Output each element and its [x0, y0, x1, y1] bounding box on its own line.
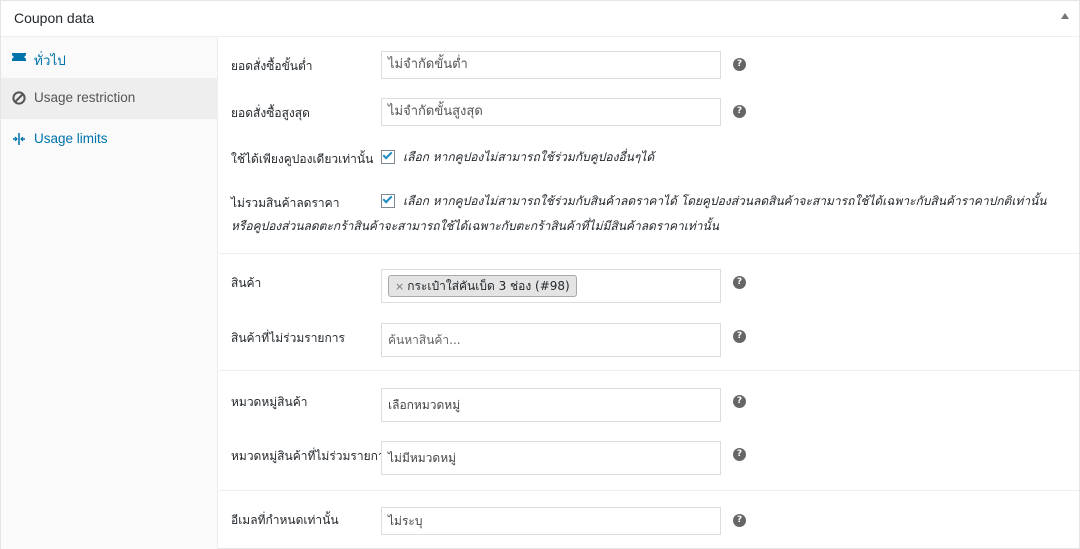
tab-usage-limits-label: Usage limits [34, 131, 108, 146]
exclude-sale-items-description-line2: หรือคูปองส่วนลดตะกร้าสินค้าจะสามารถใช้ได… [231, 219, 719, 233]
product-categories-label: หมวดหมู่สินค้า [231, 395, 308, 409]
exclude-sale-items-description-line1: เลือก หากคูปองไม่สามารถใช้ร่วมกับสินค้าล… [403, 194, 1047, 208]
tab-usage-restriction[interactable]: Usage restriction [1, 78, 218, 119]
minimum-spend-help-icon[interactable]: ? [733, 58, 746, 71]
usage-restriction-panel: ยอดสั่งซื้อขั้นต่ำ ไม่จำกัดขั้นต่ำ ? ยอด… [219, 37, 1079, 549]
panel-header[interactable]: Coupon data [1, 1, 1079, 37]
exclude-categories-select[interactable]: ไม่มีหมวดหมู่ [381, 441, 721, 475]
ticket-icon [12, 53, 26, 61]
allowed-emails-help-icon[interactable]: ? [733, 514, 746, 527]
maximum-spend-input[interactable]: ไม่จำกัดขั้นสูงสุด [381, 98, 721, 126]
allowed-emails-label: อีเมลที่กำหนดเท่านั้น [231, 513, 339, 527]
allowed-emails-input[interactable]: ไม่ระบุ [381, 507, 721, 535]
products-label: สินค้า [231, 276, 262, 290]
maximum-spend-help-icon[interactable]: ? [733, 105, 746, 118]
coupon-tabs: ทั่วไป Usage restriction Usage limits [1, 37, 218, 549]
checkmark-icon [382, 193, 393, 204]
tab-usage-limits[interactable]: Usage limits [1, 119, 218, 160]
selected-product-label: กระเป๋าใส่คันเบ็ด 3 ช่อง (#98) [407, 279, 570, 293]
product-categories-select[interactable]: เลือกหมวดหมู่ [381, 388, 721, 422]
exclude-categories-label: หมวดหมู่สินค้าที่ไม่ร่วมรายการ [231, 449, 392, 463]
minimum-spend-label: ยอดสั่งซื้อขั้นต่ำ [231, 59, 313, 73]
product-categories-help-icon[interactable]: ? [733, 395, 746, 408]
remove-product-icon[interactable]: × [395, 280, 404, 293]
individual-use-checkbox[interactable] [381, 149, 395, 164]
selected-product-chip: × กระเป๋าใส่คันเบ็ด 3 ช่อง (#98) [388, 275, 577, 297]
collapse-arrow-icon[interactable] [1061, 13, 1069, 19]
exclude-products-label: สินค้าที่ไม่ร่วมรายการ [231, 331, 345, 345]
prohibited-icon [12, 91, 26, 105]
tab-usage-restriction-label: Usage restriction [34, 90, 136, 105]
exclude-categories-help-icon[interactable]: ? [733, 448, 746, 461]
individual-use-description: เลือก หากคูปองไม่สามารถใช้ร่วมกับคูปองอื… [403, 150, 655, 164]
products-select[interactable]: × กระเป๋าใส่คันเบ็ด 3 ช่อง (#98) [381, 269, 721, 303]
minimum-spend-input[interactable]: ไม่จำกัดขั้นต่ำ [381, 51, 721, 79]
tab-general[interactable]: ทั่วไป [1, 37, 218, 78]
section-divider [219, 253, 1079, 254]
coupon-data-panel: Coupon data ทั่วไป Usage restriction Usa… [0, 0, 1080, 549]
panel-title: Coupon data [14, 10, 95, 26]
section-divider [219, 370, 1079, 371]
checkmark-icon [382, 149, 393, 160]
exclude-sale-items-checkbox[interactable] [381, 193, 395, 208]
tab-general-label: ทั่วไป [34, 53, 66, 68]
maximum-spend-label: ยอดสั่งซื้อสูงสุด [231, 106, 310, 120]
exclude-sale-items-label: ไม่รวมสินค้าลดราคา [231, 196, 340, 210]
products-help-icon[interactable]: ? [733, 276, 746, 289]
exclude-products-search[interactable]: ค้นหาสินค้า... [381, 323, 721, 357]
section-divider [219, 490, 1079, 491]
limits-icon [13, 133, 25, 145]
exclude-products-help-icon[interactable]: ? [733, 330, 746, 343]
individual-use-label: ใช้ได้เพียงคูปองเดียวเท่านั้น [231, 152, 374, 166]
